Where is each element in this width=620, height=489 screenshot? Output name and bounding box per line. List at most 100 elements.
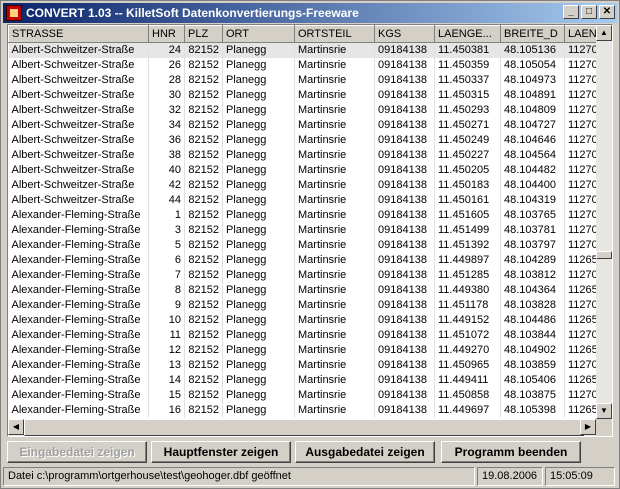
table-row[interactable]: Alexander-Fleming-Straße1582152Planegg..… — [8, 387, 596, 403]
table-row[interactable]: Alexander-Fleming-Straße1482152Planegg..… — [8, 372, 596, 388]
table-cell: 11.449270 — [434, 342, 501, 358]
table-cell: Alexander-Fleming-Straße — [8, 387, 149, 403]
table-cell: 8 — [148, 282, 185, 298]
table-cell: Alexander-Fleming-Straße — [8, 222, 149, 238]
table-cell: Martinsrie — [294, 42, 375, 58]
table-cell: Albert-Schweitzer-Straße — [8, 192, 149, 208]
horizontal-scrollbar[interactable]: ◀ ▶ — [8, 419, 596, 436]
title-bar[interactable]: CONVERT 1.03 -- KilletSoft Datenkonverti… — [3, 3, 617, 23]
table-row[interactable]: Alexander-Fleming-Straße1682152Planegg..… — [8, 402, 596, 418]
table-row[interactable]: Alexander-Fleming-Straße382152Planegg...… — [8, 222, 596, 238]
window-title: CONVERT 1.03 -- KilletSoft Datenkonverti… — [26, 6, 359, 20]
table-row[interactable]: Alexander-Fleming-Straße1282152Planegg..… — [8, 342, 596, 358]
table-row[interactable]: Albert-Schweitzer-Straße2682152Planegg..… — [8, 57, 596, 73]
close-button[interactable]: ✕ — [599, 5, 615, 19]
column-header[interactable]: LAENGE... — [434, 25, 501, 43]
table-cell: 48.104809 — [500, 102, 565, 118]
show-input-file-button[interactable]: Eingabedatei zeigen — [7, 441, 147, 463]
table-row[interactable]: Albert-Schweitzer-Straße4482152Planegg..… — [8, 192, 596, 208]
minimize-button[interactable]: _ — [563, 5, 579, 19]
horizontal-scroll-thumb[interactable] — [24, 419, 584, 436]
table-cell: 48.105054 — [500, 57, 565, 73]
table-cell: 48.104486 — [500, 312, 565, 328]
table-cell: Martinsrie — [294, 267, 375, 283]
column-header[interactable]: LAENG... — [564, 25, 596, 43]
table-cell: 11270 — [564, 327, 596, 343]
table-cell: 09184138 — [374, 192, 435, 208]
table-cell: 5 — [148, 237, 185, 253]
table-row[interactable]: Albert-Schweitzer-Straße3082152Planegg..… — [8, 87, 596, 103]
table-row[interactable]: Alexander-Fleming-Straße882152Planegg...… — [8, 282, 596, 298]
app-icon[interactable] — [6, 5, 22, 21]
table-row[interactable]: Alexander-Fleming-Straße182152Planegg...… — [8, 207, 596, 223]
table-cell: 44 — [148, 192, 185, 208]
scroll-left-icon[interactable]: ◀ — [8, 419, 24, 435]
table-cell: 82152 — [184, 72, 223, 88]
column-header[interactable]: STRASSE — [8, 25, 149, 43]
show-main-window-button[interactable]: Hauptfenster zeigen — [151, 441, 291, 463]
column-header[interactable]: PLZ — [184, 25, 223, 43]
table-cell: 09184138 — [374, 342, 435, 358]
table-row[interactable]: Alexander-Fleming-Straße682152Planegg...… — [8, 252, 596, 268]
table-cell: 11.450381 — [434, 42, 501, 58]
quit-program-button[interactable]: Programm beenden — [441, 441, 581, 463]
table-cell: 32 — [148, 102, 185, 118]
table-row[interactable]: Albert-Schweitzer-Straße3882152Planegg..… — [8, 147, 596, 163]
table-cell: 82152 — [184, 402, 223, 418]
scroll-down-icon[interactable]: ▼ — [596, 403, 612, 419]
table-row[interactable]: Alexander-Fleming-Straße1082152Planegg..… — [8, 312, 596, 328]
table-cell: 82152 — [184, 162, 223, 178]
table-row[interactable]: Alexander-Fleming-Straße582152Planegg...… — [8, 237, 596, 253]
table-cell: Martinsrie — [294, 87, 375, 103]
table-row[interactable]: Albert-Schweitzer-Straße3482152Planegg..… — [8, 117, 596, 133]
table-cell: Alexander-Fleming-Straße — [8, 207, 149, 223]
table-row[interactable]: Albert-Schweitzer-Straße2482152Planegg..… — [8, 42, 596, 58]
table-cell: 42 — [148, 177, 185, 193]
table-cell: 48.104902 — [500, 342, 565, 358]
table-row[interactable]: Alexander-Fleming-Straße1182152Planegg..… — [8, 327, 596, 343]
table-row[interactable]: Albert-Schweitzer-Straße4282152Planegg..… — [8, 177, 596, 193]
table-row[interactable]: Albert-Schweitzer-Straße4082152Planegg..… — [8, 162, 596, 178]
table-cell: 09184138 — [374, 387, 435, 403]
table-cell: 48.103828 — [500, 297, 565, 313]
show-output-file-button[interactable]: Ausgabedatei zeigen — [295, 441, 435, 463]
table-cell: 48.104289 — [500, 252, 565, 268]
column-header[interactable]: KGS — [374, 25, 435, 43]
table-cell: Planegg — [222, 222, 295, 238]
table-row[interactable]: Albert-Schweitzer-Straße2882152Planegg..… — [8, 72, 596, 88]
column-header[interactable]: BREITE_D — [500, 25, 565, 43]
table-cell: 09184138 — [374, 252, 435, 268]
table-cell: 28 — [148, 72, 185, 88]
vertical-scrollbar[interactable]: ▲ ▼ — [596, 25, 612, 419]
table-cell: Planegg — [222, 387, 295, 403]
table-cell: Planegg — [222, 207, 295, 223]
table-row[interactable]: Alexander-Fleming-Straße982152Planegg...… — [8, 297, 596, 313]
table-cell: Planegg — [222, 57, 295, 73]
data-grid[interactable]: STRASSE HNR PLZ ORT ORTSTEIL KGS LAENGE... BREI… — [7, 24, 613, 437]
table-cell: Planegg — [222, 132, 295, 148]
table-cell: 26 — [148, 57, 185, 73]
vertical-scroll-thumb[interactable] — [596, 251, 612, 259]
table-cell: 11270 — [564, 87, 596, 103]
table-row[interactable]: Alexander-Fleming-Straße1382152Planegg..… — [8, 357, 596, 373]
scroll-up-icon[interactable]: ▲ — [596, 25, 612, 41]
table-cell: Martinsrie — [294, 387, 375, 403]
table-cell: 11265 — [564, 372, 596, 388]
column-header[interactable]: HNR — [148, 25, 185, 43]
maximize-button[interactable]: □ — [581, 5, 597, 19]
table-row[interactable]: Albert-Schweitzer-Straße3682152Planegg..… — [8, 132, 596, 148]
table-row[interactable]: Alexander-Fleming-Straße782152Planegg...… — [8, 267, 596, 283]
table-cell: 15 — [148, 387, 185, 403]
table-cell: Martinsrie — [294, 162, 375, 178]
table-cell: 11.451499 — [434, 222, 501, 238]
status-time: 15:05:09 — [545, 467, 615, 486]
main-window: CONVERT 1.03 -- KilletSoft Datenkonverti… — [0, 0, 620, 489]
table-cell: 11.451392 — [434, 237, 501, 253]
table-cell: Planegg — [222, 117, 295, 133]
table-cell: 14 — [148, 372, 185, 388]
scroll-right-icon[interactable]: ▶ — [580, 419, 596, 435]
column-header[interactable]: ORTSTEIL — [294, 25, 375, 43]
table-cell: 11270 — [564, 207, 596, 223]
column-header[interactable]: ORT — [222, 25, 295, 43]
table-row[interactable]: Albert-Schweitzer-Straße3282152Planegg..… — [8, 102, 596, 118]
